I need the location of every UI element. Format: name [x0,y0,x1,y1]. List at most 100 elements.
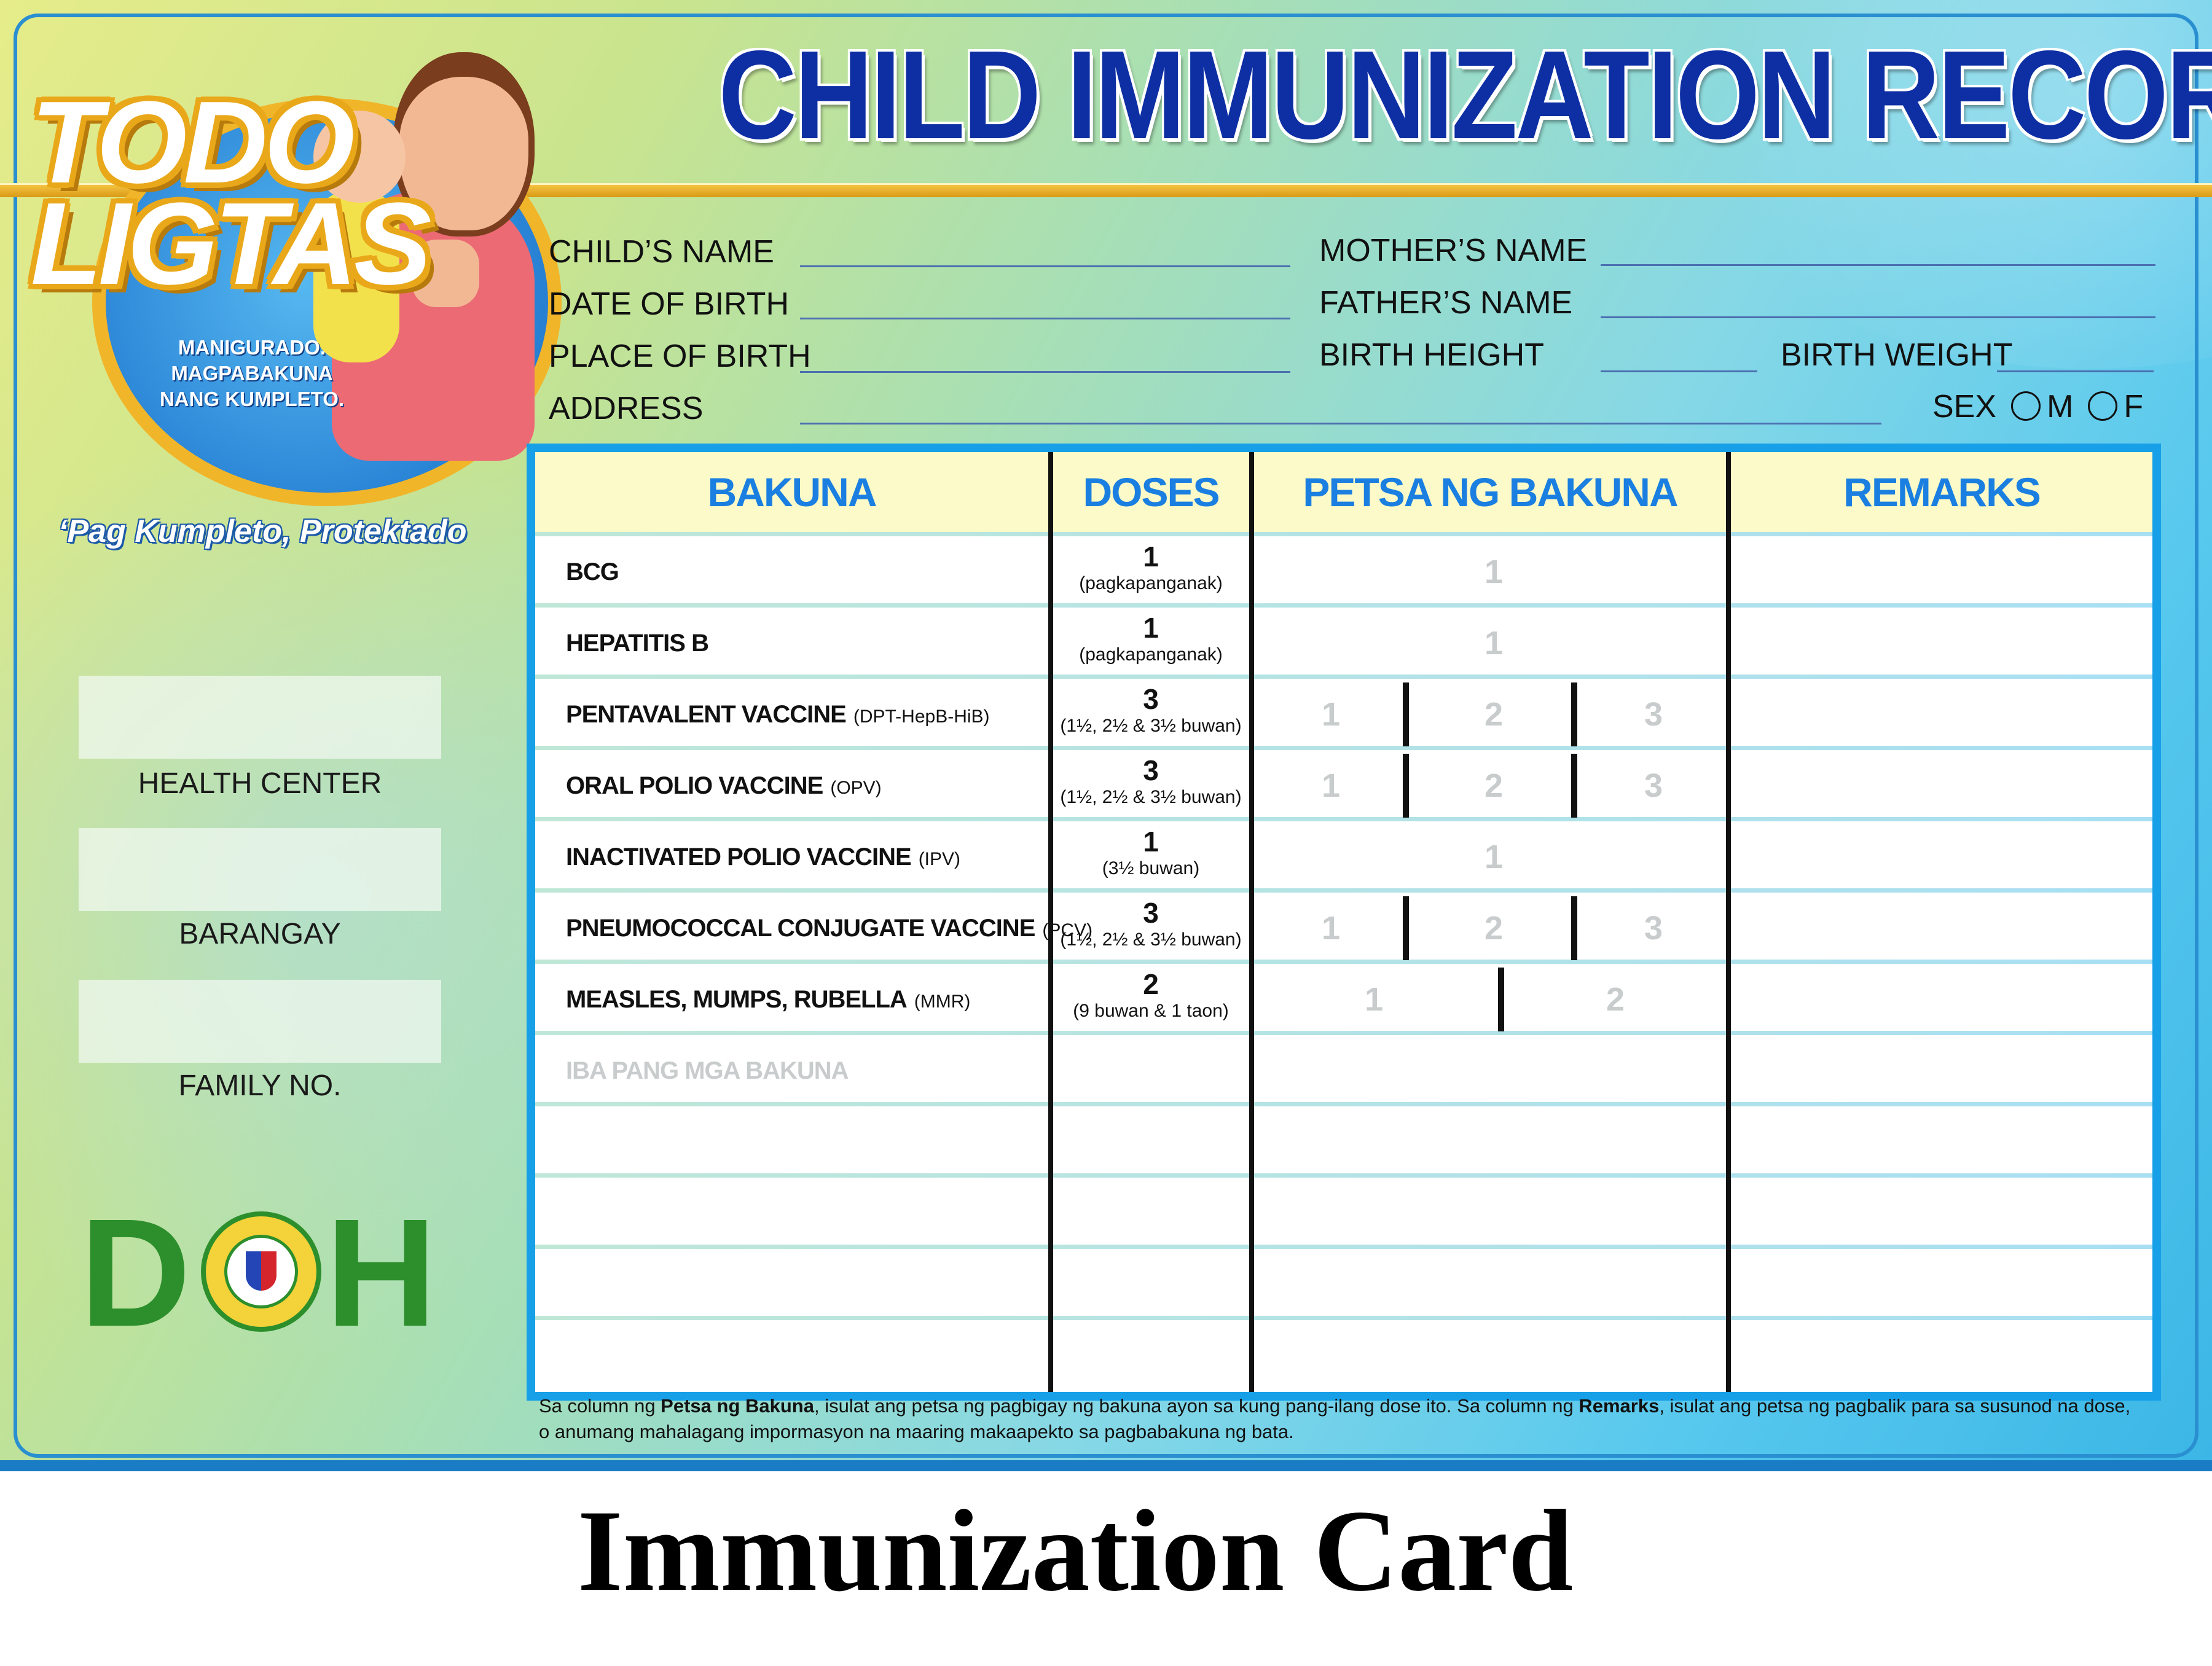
family-no-label: FAMILY NO. [178,1070,342,1102]
table-row: PENTAVALENT VACCINE (DPT-HepB-HiB) 3 (1½, … [535,679,2152,750]
vaccine-abbrev: (MMR) [914,991,971,1012]
column-divider [1726,452,1731,1392]
address-label: ADDRESS [549,391,704,426]
image-caption: Immunization Card [577,1487,1574,1616]
doh-seal-icon [201,1211,321,1332]
dose-info: 1 (pagkapanganak) [1053,612,1249,667]
column-divider [1249,452,1254,1392]
date-slot-2[interactable]: 2 [1469,750,1518,821]
date-slot-2[interactable]: 2 [1469,893,1518,964]
health-center-field[interactable] [79,676,441,759]
date-slot-1[interactable]: 1 [1306,750,1355,821]
dose-schedule: (pagkapanganak) [1079,644,1223,665]
dose-divider [1498,968,1504,1031]
dose-count: 1 [1143,826,1159,858]
mothers-name-label: MOTHER’S NAME [1319,233,1588,268]
date-slot-1[interactable]: 1 [1469,608,1518,679]
note-text: Sa column ng [539,1395,661,1417]
date-slot-1[interactable]: 1 [1306,679,1355,750]
place-of-birth-field[interactable] [800,371,1290,373]
place-of-birth-label: PLACE OF BIRTH [549,338,811,374]
dose-schedule: (3½ buwan) [1102,858,1200,878]
vaccine-name: BCG [566,536,619,608]
vaccine-label: INACTIVATED POLIO VACCINE [566,843,912,870]
dose-schedule: (1½, 2½ & 3½ buwan) [1060,787,1242,807]
health-center-label: HEALTH CENTER [138,767,382,800]
dose-info: 3 (1½, 2½ & 3½ buwan) [1053,684,1249,738]
tagline-line: MANIGURADO. [178,336,326,359]
dose-schedule: (1½, 2½ & 3½ buwan) [1060,716,1242,736]
date-slot-1[interactable]: 1 [1469,821,1518,893]
dose-info: 3 (1½, 2½ & 3½ buwan) [1053,898,1249,952]
dose-divider [1403,682,1409,746]
table-row: PNEUMOCOCCAL CONJUGATE VACCINE (PCV) 3 (1½… [535,893,2152,964]
mothers-name-field[interactable] [1601,264,2155,266]
date-slot-3[interactable]: 3 [1629,893,1678,964]
tagline-line: NANG KUMPLETO. [159,388,345,410]
row-divider [535,1316,2152,1320]
sex-f-label: F [2124,389,2144,424]
instruction-note: Sa column ng Petsa ng Bakuna, isulat ang… [539,1393,2136,1445]
header-remarks: REMARKS [1843,469,2041,515]
header-petsa-ng-bakuna: PETSA NG BAKUNA [1303,469,1678,515]
date-slot-3[interactable]: 3 [1629,679,1678,750]
birth-height-label: BIRTH HEIGHT [1319,337,1544,373]
date-slot-1[interactable]: 1 [1349,964,1398,1035]
barangay-label: BARANGAY [179,918,341,950]
vaccine-label: BCG [566,558,619,585]
dose-count: 3 [1143,897,1159,929]
date-slot-2[interactable]: 2 [1469,679,1518,750]
table-row: BCG 1 (pagkapanganak) 1 [535,536,2152,608]
table-row: MEASLES, MUMPS, RUBELLA (MMR) 2 (9 buwan &… [535,964,2152,1035]
dose-info: 1 (pagkapanganak) [1053,541,1249,595]
birth-height-field[interactable] [1601,370,1757,372]
childs-name-field[interactable] [800,265,1290,267]
note-emphasis: Petsa ng Bakuna [661,1395,814,1417]
immunization-table: BAKUNA DOSES PETSA NG BAKUNA REMARKS BCG… [527,444,2161,1401]
vaccine-label: PENTAVALENT VACCINE [566,701,847,728]
row-divider [535,532,2152,536]
logo-tagline: MANIGURADO. MAGPABAKUNA NANG KUMPLETO. [123,335,381,412]
dose-schedule: (1½, 2½ & 3½ buwan) [1060,929,1242,950]
dose-count: 3 [1143,683,1159,715]
dose-count: 1 [1143,612,1159,644]
vaccine-name: PENTAVALENT VACCINE (DPT-HepB-HiB) [566,679,990,750]
todo-ligtas-logo: TODO LIGTAS MANIGURADO. MAGPABAKUNA NANG… [25,37,562,553]
date-of-birth-label: DATE OF BIRTH [549,286,789,322]
vaccine-label: ORAL POLIO VACCINE [566,772,823,799]
table-row: INACTIVATED POLIO VACCINE (IPV) 1 (3½ buwa… [535,821,2152,893]
dose-count: 2 [1143,968,1159,1000]
sex-selector: SEX M F [1932,388,2143,425]
header-doses: DOSES [1083,469,1220,515]
barangay-field[interactable] [79,828,441,911]
sex-f-radio[interactable] [2088,391,2118,421]
other-vaccines-label: IBA PANG MGA BAKUNA [566,1057,849,1084]
date-of-birth-field[interactable] [800,318,1290,319]
dose-divider [1403,896,1409,960]
note-text: , isulat ang petsa ng pagbigay ng bakuna… [814,1395,1579,1417]
note-emphasis: Remarks [1579,1395,1660,1417]
dose-count: 1 [1143,541,1159,573]
sex-m-radio[interactable] [2011,391,2041,421]
vaccine-name: INACTIVATED POLIO VACCINE (IPV) [566,821,960,893]
date-slot-3[interactable]: 3 [1629,750,1678,821]
tagline-line: MAGPABAKUNA [171,362,333,385]
birth-weight-field[interactable] [1997,370,2154,372]
table-header: BAKUNA DOSES PETSA NG BAKUNA REMARKS [535,452,2152,532]
fathers-name-field[interactable] [1601,316,2155,318]
table-row: IBA PANG MGA BAKUNA [535,1035,2152,1106]
date-slot-2[interactable]: 2 [1591,964,1640,1035]
vaccine-abbrev: (DPT-HepB-HiB) [853,706,990,727]
address-field[interactable] [800,423,1881,424]
date-slot-1[interactable]: 1 [1469,536,1518,608]
childs-name-label: CHILD’S NAME [549,234,774,270]
table-row: HEPATITIS B 1 (pagkapanganak) 1 [535,608,2152,679]
family-no-field[interactable] [79,980,441,1063]
vaccine-name: MEASLES, MUMPS, RUBELLA (MMR) [566,964,970,1035]
seal-center [224,1235,298,1308]
dose-schedule: (pagkapanganak) [1079,573,1223,593]
vaccine-name: HEPATITIS B [566,608,709,679]
sex-label: SEX [1932,389,1997,424]
vaccine-name: ORAL POLIO VACCINE (OPV) [566,750,882,821]
date-slot-1[interactable]: 1 [1306,893,1355,964]
